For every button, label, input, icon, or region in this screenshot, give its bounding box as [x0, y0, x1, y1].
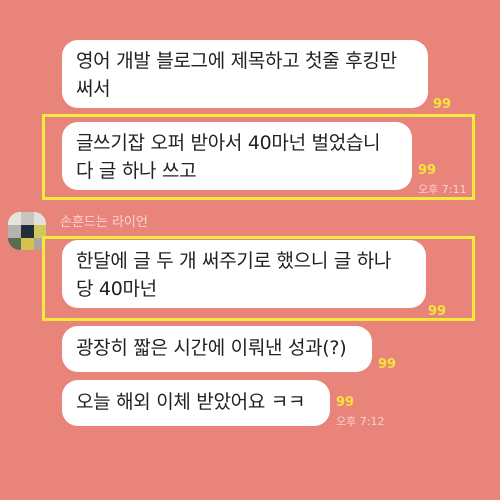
message-text: 써서 — [76, 78, 111, 100]
unread-count: 99 — [378, 357, 397, 372]
sender-name: 손흔드는 라이언 — [60, 215, 148, 230]
message-text: 다 글 하나 쓰고 — [76, 160, 197, 182]
message-text: 광장히 짧은 시간에 이뤄낸 성과(?) — [76, 337, 347, 359]
chat-area[interactable]: 영어 개발 블로그에 제목하고 첫줄 후킹만 써서 99 글쓰기잡 오퍼 받아서… — [0, 0, 500, 500]
avatar[interactable] — [8, 212, 46, 250]
message-bubble[interactable]: 글쓰기잡 오퍼 받아서 40마넌 벌었습니 다 글 하나 쓰고 — [62, 122, 412, 190]
message-bubble[interactable]: 오늘 해외 이체 받았어요 ㅋㅋ — [62, 380, 330, 426]
message-time: 오후 7:12 — [336, 415, 385, 428]
message-bubble[interactable]: 광장히 짧은 시간에 이뤄낸 성과(?) — [62, 326, 372, 372]
message-text: 영어 개발 블로그에 제목하고 첫줄 후킹만 — [76, 50, 397, 72]
message-text: 오늘 해외 이체 받았어요 ㅋㅋ — [76, 391, 306, 413]
message-bubble[interactable]: 영어 개발 블로그에 제목하고 첫줄 후킹만 써서 — [62, 40, 428, 108]
message-text: 한달에 글 두 개 써주기로 했으니 글 하나 — [76, 250, 392, 272]
message-time: 오후 7:11 — [418, 183, 467, 196]
unread-count: 99 — [433, 97, 452, 112]
message-text: 당 40마넌 — [76, 278, 157, 300]
unread-count: 99 — [336, 395, 355, 410]
unread-count: 99 — [418, 163, 437, 178]
message-text: 글쓰기잡 오퍼 받아서 40마넌 벌었습니 — [76, 132, 381, 154]
unread-count: 99 — [428, 304, 447, 319]
message-bubble[interactable]: 한달에 글 두 개 써주기로 했으니 글 하나 당 40마넌 — [62, 240, 426, 308]
